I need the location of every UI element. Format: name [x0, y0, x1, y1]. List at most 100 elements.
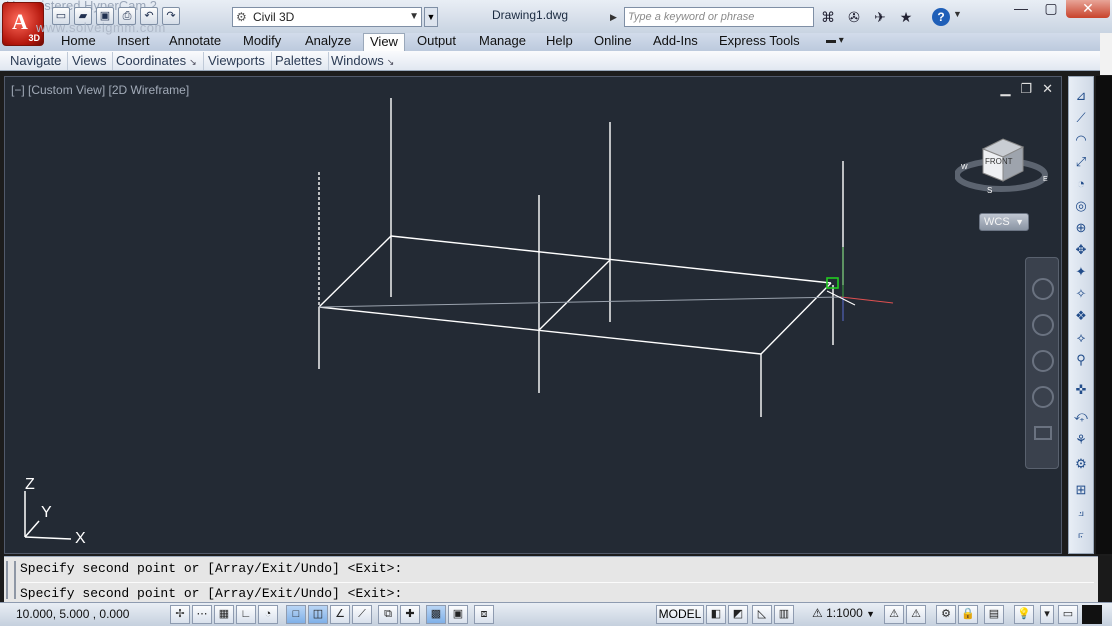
- selection-cycling-icon[interactable]: ⧈: [474, 605, 494, 624]
- annotation-visibility-icon[interactable]: ⚠: [884, 605, 904, 624]
- snap-mode-icon[interactable]: ⋯: [192, 605, 212, 624]
- command-line[interactable]: Specify second point or [Array/Exit/Undo…: [4, 556, 1098, 602]
- edge-line: [760, 282, 832, 355]
- zoom-icon[interactable]: [1032, 350, 1054, 372]
- arc-length-icon[interactable]: ◠: [1072, 131, 1090, 149]
- panel-coordinates[interactable]: Coordinates ↘: [116, 52, 204, 70]
- inspection-icon[interactable]: ✜: [1072, 381, 1090, 399]
- exchange-icon[interactable]: ✈: [870, 8, 890, 26]
- ribbon-edge: [1100, 33, 1112, 75]
- auto-scale-icon[interactable]: ⚠: [906, 605, 926, 624]
- command-prompt-line[interactable]: Specify second point or [Array/Exit/Undo…: [20, 586, 402, 601]
- tab-add-ins[interactable]: Add-Ins: [653, 33, 698, 51]
- ortho-mode-icon[interactable]: ∟: [236, 605, 256, 624]
- 3d-object-snap-icon[interactable]: ◫: [308, 605, 328, 624]
- center-mark-icon[interactable]: ⚲: [1072, 351, 1090, 369]
- polar-tracking-icon[interactable]: ◔: [258, 605, 278, 624]
- panel-navigate[interactable]: Navigate: [10, 52, 69, 70]
- wcs-menu-button[interactable]: WCS ▼: [979, 213, 1029, 231]
- radius-icon[interactable]: ◔: [1072, 175, 1090, 193]
- tab-help[interactable]: Help: [546, 33, 573, 51]
- lock-toolbar-icon[interactable]: 🔒: [958, 605, 978, 624]
- dimension-style-icon[interactable]: ⟓: [1072, 503, 1090, 521]
- tab-insert[interactable]: Insert: [117, 33, 150, 51]
- grid-display-icon[interactable]: ▦: [214, 605, 234, 624]
- pan-status-icon[interactable]: ◺: [752, 605, 772, 624]
- object-snap-tracking-icon[interactable]: ∠: [330, 605, 350, 624]
- maximize-icon[interactable]: ▢: [1036, 0, 1066, 18]
- tab-online[interactable]: Online: [594, 33, 632, 51]
- quick-properties-icon[interactable]: ▣: [448, 605, 468, 624]
- right-gutter: [1096, 76, 1112, 554]
- continue-icon[interactable]: ❖: [1072, 307, 1090, 325]
- infer-constraints-icon[interactable]: ✢: [170, 605, 190, 624]
- override-icon[interactable]: ⟔: [1072, 525, 1090, 543]
- search-expand-icon[interactable]: ▶: [610, 7, 622, 27]
- minimize-icon[interactable]: —: [1006, 0, 1036, 18]
- panel-label: Viewports: [208, 53, 265, 68]
- workspace-select[interactable]: ⚙ Civil 3D ▼: [232, 7, 422, 27]
- jogged-icon[interactable]: ◎: [1072, 197, 1090, 215]
- dynamic-input-icon[interactable]: ⧉: [378, 605, 398, 624]
- tab-annotate[interactable]: Annotate: [169, 33, 221, 51]
- aligned-dimension-icon[interactable]: ⟋: [1072, 109, 1090, 127]
- isolate-objects-icon[interactable]: 💡: [1014, 605, 1034, 624]
- model-space-button[interactable]: MODEL: [656, 605, 704, 624]
- object-snap-icon[interactable]: □: [286, 605, 306, 624]
- status-menu-icon[interactable]: ▾: [1040, 605, 1054, 624]
- dimension-text-edit-icon[interactable]: ⚙: [1072, 455, 1090, 473]
- annotation-scale[interactable]: ⚠ 1:1000 ▼: [812, 606, 875, 620]
- search-input[interactable]: Type a keyword or phrase: [624, 7, 814, 27]
- command-line-scrollbar[interactable]: [1098, 556, 1112, 602]
- workspace-switching-icon[interactable]: ⚙: [936, 605, 956, 624]
- pan-icon[interactable]: [1032, 314, 1054, 336]
- tab-output[interactable]: Output: [417, 33, 456, 51]
- edge-line: [318, 306, 762, 355]
- orbit-icon[interactable]: [1032, 386, 1054, 408]
- tolerance-icon[interactable]: ⟡: [1072, 329, 1090, 347]
- panel-windows[interactable]: Windows ↘: [331, 52, 400, 70]
- panel-viewports[interactable]: Viewports: [208, 52, 272, 70]
- command-line-grip[interactable]: [6, 561, 16, 599]
- qat-dropdown-button[interactable]: ▼: [424, 7, 438, 27]
- update-icon[interactable]: ⊞: [1072, 481, 1090, 499]
- showmotion-icon[interactable]: [1034, 426, 1052, 440]
- dimension-edit-icon[interactable]: ⚘: [1072, 431, 1090, 449]
- transparency-icon[interactable]: ▩: [426, 605, 446, 624]
- steering-wheel-icon[interactable]: [1032, 278, 1054, 300]
- help-dropdown-icon[interactable]: ▼: [953, 9, 962, 19]
- quick-view-layouts-icon[interactable]: ◧: [706, 605, 726, 624]
- angular-icon[interactable]: ✥: [1072, 241, 1090, 259]
- tab-analyze[interactable]: Analyze: [305, 33, 351, 51]
- tab-home[interactable]: Home: [61, 33, 96, 51]
- wrench-icon[interactable]: ✇: [844, 8, 864, 26]
- jogged-linear-icon[interactable]: ⤽: [1072, 407, 1090, 425]
- ribbon-minimize-icon[interactable]: ▬ ▾: [826, 35, 844, 46]
- star-icon[interactable]: ★: [896, 8, 916, 26]
- diameter-icon[interactable]: ⊕: [1072, 219, 1090, 237]
- ordinate-icon[interactable]: ⤢: [1072, 153, 1090, 171]
- panel-views[interactable]: Views: [72, 52, 114, 70]
- close-icon[interactable]: ✕: [1066, 0, 1110, 18]
- tab-express-tools[interactable]: Express Tools: [719, 33, 800, 51]
- lineweight-icon[interactable]: ✚: [400, 605, 420, 624]
- clean-screen-icon[interactable]: ▭: [1058, 605, 1078, 624]
- coordinate-readout[interactable]: 10.000, 5.000 , 0.000: [16, 607, 129, 621]
- tab-manage[interactable]: Manage: [479, 33, 526, 51]
- drawing-viewport[interactable]: [−] [Custom View] [2D Wireframe] ▁ ❐ ✕ F…: [4, 76, 1062, 554]
- baseline-icon[interactable]: ✧: [1072, 285, 1090, 303]
- tab-modify[interactable]: Modify: [243, 33, 281, 51]
- help-button[interactable]: ?: [932, 8, 950, 26]
- viewcube[interactable]: FRONT W S E: [955, 133, 1051, 199]
- dynamic-ucs-icon[interactable]: ⟋: [352, 605, 372, 624]
- quick-view-drawings-icon[interactable]: ◩: [728, 605, 748, 624]
- hardware-acceleration-icon[interactable]: ▤: [984, 605, 1004, 624]
- quick-dimension-icon[interactable]: ✦: [1072, 263, 1090, 281]
- binoculars-icon[interactable]: ⌘: [818, 8, 838, 26]
- panel-palettes[interactable]: Palettes: [275, 52, 329, 70]
- ribbon-panels: Navigate Views Coordinates ↘ Viewports Pa…: [0, 51, 1100, 71]
- tab-view[interactable]: View: [363, 33, 405, 51]
- showmotion-status-icon[interactable]: ▥: [774, 605, 794, 624]
- status-bar: 10.000, 5.000 , 0.000 ✢ ⋯ ▦ ∟ ◔ □ ◫ ∠ ⟋ …: [0, 602, 1112, 626]
- linear-dimension-icon[interactable]: ⊿: [1072, 87, 1090, 105]
